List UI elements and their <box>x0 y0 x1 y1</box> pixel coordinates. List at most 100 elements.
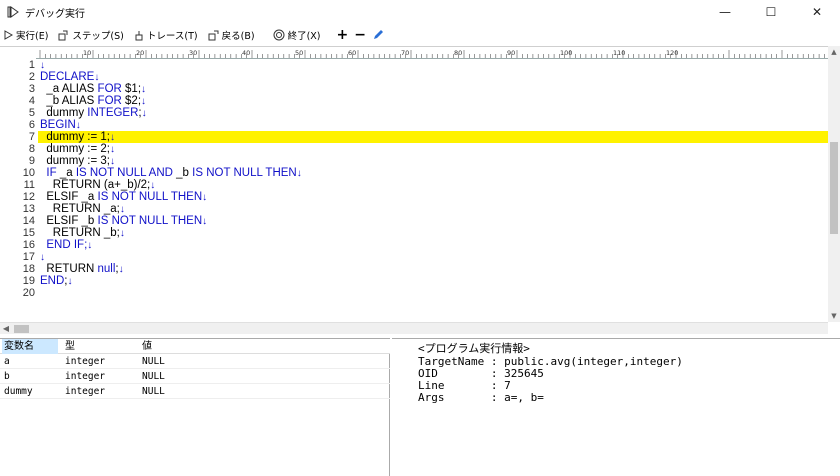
code-line: ↓ <box>40 59 45 71</box>
code-token: ↓ <box>109 132 115 143</box>
code-line: RETURN (a+_b)/2;↓ <box>40 179 155 191</box>
line-number: 15 <box>22 227 35 239</box>
line-number: 10 <box>22 167 35 179</box>
variables-table: 変数名 型 値 a integer NULL b integer NULL dummy int… <box>0 338 390 476</box>
column-header-value[interactable]: 値 <box>142 339 152 354</box>
trace-button[interactable]: トレース(T) <box>134 26 198 44</box>
back-button[interactable]: 戻る(B) <box>208 26 255 44</box>
code-token: ↓ <box>119 228 125 239</box>
scroll-down-arrow[interactable]: ▼ <box>828 310 840 322</box>
table-row[interactable]: b integer NULL <box>0 369 390 384</box>
code-token: dummy := 3; <box>40 155 110 167</box>
step-button[interactable]: ステップ(S) <box>58 26 124 44</box>
pencil-icon <box>373 30 383 39</box>
variable-value-cell: NULL <box>142 371 165 382</box>
line-number: 7 <box>28 131 35 143</box>
code-line: dummy := 2;↓ <box>40 143 115 155</box>
line-number: 11 <box>23 179 35 191</box>
code-token: FOR <box>97 83 122 95</box>
window-controls: — ☐ ✕ <box>702 0 840 24</box>
code-token: IS NOT NULL AND <box>75 167 173 179</box>
table-row[interactable]: dummy integer NULL <box>0 384 390 399</box>
variable-name-cell: a <box>4 356 10 367</box>
variable-name-cell: dummy <box>4 386 33 397</box>
code-line: IF _a IS NOT NULL AND _b IS NOT NULL THE… <box>40 167 301 179</box>
code-token: null <box>97 263 116 275</box>
line-number: 6 <box>28 119 35 131</box>
column-header-type[interactable]: 型 <box>65 339 75 354</box>
horizontal-scroll-thumb[interactable] <box>14 325 29 333</box>
ruler-label: 50 <box>295 49 303 57</box>
code-token: FOR <box>97 95 122 107</box>
code-token: RETURN _a; <box>40 203 120 215</box>
window-title: デバッグ実行 <box>25 8 85 20</box>
code-token: INTEGER <box>87 107 139 119</box>
scroll-left-arrow[interactable]: ◀ <box>0 323 12 335</box>
code-token: ELSIF _b <box>40 215 98 227</box>
editor-vertical-scrollbar[interactable]: ▲ ▼ <box>828 46 840 322</box>
code-token: dummy := 2; <box>40 143 110 155</box>
program-info-panel: <プログラム実行情報> TargetName : public.avg(inte… <box>392 338 840 476</box>
line-number: 9 <box>28 155 35 167</box>
ruler-label: 60 <box>348 49 356 57</box>
code-line: ELSIF _b IS NOT NULL THEN↓ <box>40 215 207 227</box>
code-line: RETURN _b;↓ <box>40 227 125 239</box>
code-token: ↓ <box>109 144 115 155</box>
line-number: 4 <box>28 95 35 107</box>
back-icon <box>208 30 219 40</box>
code-token: BEGIN <box>40 119 76 131</box>
code-token: ↓ <box>141 96 147 107</box>
close-button[interactable]: ✕ <box>794 0 840 24</box>
zoom-in-button[interactable]: + <box>336 26 348 44</box>
debug-app-icon <box>7 6 19 18</box>
column-header-name[interactable]: 変数名 <box>2 339 58 354</box>
line-number: 1 <box>28 59 35 71</box>
code-token: _a ALIAS <box>40 83 98 95</box>
code-token: RETURN (a+_b)/2; <box>40 179 151 191</box>
vertical-scroll-thumb[interactable] <box>830 142 838 234</box>
code-token: ↓ <box>94 72 100 83</box>
zoom-out-button[interactable]: − <box>354 26 366 44</box>
editor-horizontal-scrollbar[interactable]: ◀ <box>0 322 828 334</box>
code-token: IS NOT NULL THEN <box>97 215 203 227</box>
line-number: 8 <box>28 143 35 155</box>
debug-toolbar: 実行(E) ステップ(S) トレース(T) 戻る(B) 終了(X) + − <box>0 25 840 45</box>
variable-type-cell: integer <box>65 356 106 367</box>
ruler-label: 110 <box>613 49 625 57</box>
ruler-label: 120 <box>666 49 678 57</box>
table-row[interactable]: a integer NULL <box>0 354 390 369</box>
minus-icon: − <box>354 27 366 43</box>
quit-icon <box>273 29 285 41</box>
code-line: dummy := 3;↓ <box>40 155 115 167</box>
variables-header: 変数名 型 値 <box>0 339 390 354</box>
column-ruler: 10 20 30 40 50 60 70 80 90 100 110 120 <box>36 47 828 59</box>
code-editor[interactable]: 10 20 30 40 50 60 70 80 90 100 110 120 1 2 3 4 5 6 7 8 9 10 1… <box>0 46 840 323</box>
code-line: BEGIN↓ <box>40 119 81 131</box>
title-bar: デバッグ実行 — ☐ ✕ <box>0 0 840 24</box>
code-token: RETURN _b; <box>40 227 120 239</box>
line-number-gutter: 1 2 3 4 5 6 7 8 9 10 11 12 13 14 15 16 17 18 19 20 <box>0 59 36 323</box>
ruler-label: 10 <box>83 49 91 57</box>
line-number: 12 <box>22 191 35 203</box>
code-token: ↓ <box>202 216 208 227</box>
code-token: ELSIF _a <box>40 191 98 203</box>
code-token: END IF; <box>40 239 88 251</box>
code-line: ↓ <box>40 251 45 263</box>
maximize-button[interactable]: ☐ <box>748 0 794 24</box>
code-token: dummy := 1; <box>40 131 110 143</box>
code-token: ↓ <box>40 60 45 71</box>
line-number: 16 <box>22 239 35 251</box>
quit-button[interactable]: 終了(X) <box>273 26 321 44</box>
step-label: ステップ(S) <box>72 31 124 42</box>
edit-button[interactable] <box>372 26 387 44</box>
code-line: END;↓ <box>40 275 72 287</box>
ruler-label: 40 <box>242 49 250 57</box>
quit-label: 終了(X) <box>287 31 321 42</box>
minimize-button[interactable]: — <box>702 0 748 24</box>
scroll-up-arrow[interactable]: ▲ <box>828 46 840 58</box>
code-token: ↓ <box>75 120 81 131</box>
code-area[interactable]: ↓ DECLARE↓ _a ALIAS FOR $1;↓ _b ALIAS FOR… <box>40 59 828 323</box>
run-button[interactable]: 実行(E) <box>4 26 48 44</box>
code-token: ↓ <box>118 264 124 275</box>
code-token: ↓ <box>150 180 156 191</box>
